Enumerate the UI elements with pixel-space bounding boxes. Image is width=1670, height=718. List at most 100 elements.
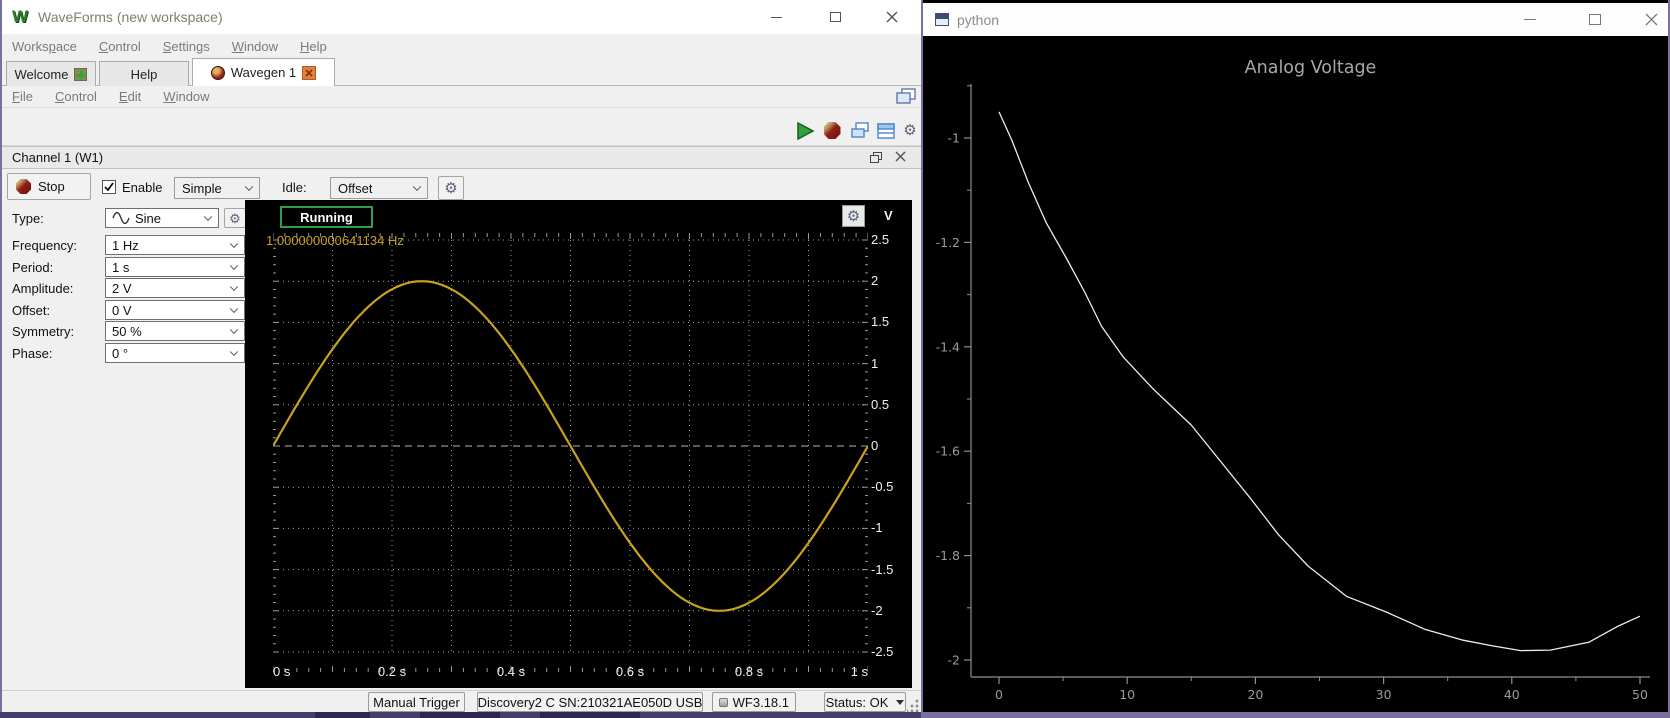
frequency-dropdown[interactable]: 1 Hz: [105, 235, 245, 255]
python-titlebar[interactable]: python: [923, 3, 1668, 36]
wavegen-plot: Running ⚙ 1.000000000641134 Hz V 2.521.5…: [245, 200, 912, 688]
y-tick-label: -1.5: [871, 562, 911, 577]
idle-value: Offset: [338, 181, 372, 196]
device-disk-icon: [719, 698, 728, 707]
gear-icon: ⚙: [444, 181, 457, 196]
channel-1-header[interactable]: Channel 1 (W1): [2, 146, 921, 169]
voltage-curve: [999, 112, 1640, 651]
enable-label: Enable: [122, 180, 162, 195]
menu-settings[interactable]: Settings: [163, 39, 210, 54]
version-label: WF3.18.1: [733, 695, 789, 710]
minimize-icon: [1524, 19, 1536, 20]
param-row-frequency: Frequency: 1 Hz: [2, 235, 245, 256]
chevron-down-icon: [413, 183, 421, 191]
mode-dropdown[interactable]: Simple: [174, 177, 260, 199]
maximize-button[interactable]: [1573, 3, 1617, 36]
param-row-amplitude: Amplitude:2 V: [2, 278, 245, 299]
param-label: Frequency:: [12, 238, 77, 253]
amplitude-dropdown[interactable]: 2 V: [105, 278, 245, 298]
sine-wave-icon: [112, 212, 130, 224]
y-tick-label: -1.4: [936, 339, 960, 354]
param-row-symmetry: Symmetry:50 %: [2, 321, 245, 342]
y-tick-label: 2: [871, 273, 911, 288]
param-value: 1 s: [112, 260, 129, 275]
manual-trigger-button[interactable]: Manual Trigger: [368, 692, 465, 712]
x-tick-label: 0.4 s: [497, 664, 525, 679]
chevron-down-icon: [230, 262, 238, 270]
enable-checkbox[interactable]: [102, 180, 116, 194]
y-tick-label: -2: [871, 603, 911, 618]
tab-welcome[interactable]: Welcome: [6, 61, 96, 86]
wavegen-menu-edit[interactable]: Edit: [119, 89, 141, 104]
channel-stop-button[interactable]: Stop: [7, 173, 91, 200]
wavegen-menu-file[interactable]: File: [12, 89, 33, 104]
menu-control[interactable]: Control: [99, 39, 141, 54]
x-tick-label: 0.8 s: [735, 664, 763, 679]
wavegen-menu-control[interactable]: Control: [55, 89, 97, 104]
period-dropdown[interactable]: 1 s: [105, 257, 245, 277]
device-label: Discovery2 C SN:210321AE050D USB: [478, 695, 703, 710]
device-button[interactable]: Discovery2 C SN:210321AE050D USB: [477, 692, 703, 712]
minimize-button[interactable]: [754, 4, 798, 30]
waveforms-logo-icon: W: [12, 7, 28, 27]
close-button[interactable]: [870, 4, 914, 30]
chevron-down-icon: [230, 283, 238, 291]
param-label: Phase:: [12, 346, 52, 361]
x-tick-label: 10: [1119, 687, 1135, 702]
param-row-period: Period: 1 s: [2, 257, 245, 278]
chevron-down-icon: [230, 305, 238, 313]
y-tick-label: 0.5: [871, 397, 911, 412]
tab-wavegen-1[interactable]: Wavegen 1: [192, 58, 335, 86]
wavegen-status-icon: [211, 66, 225, 80]
y-tick-label: -0.5: [871, 479, 911, 494]
mode-value: Simple: [182, 181, 222, 196]
maximize-icon: [830, 12, 841, 22]
waveforms-window: W WaveForms (new workspace) Workspace Con…: [2, 0, 921, 712]
param-label: Type:: [12, 211, 44, 226]
add-instrument-icon: [74, 68, 87, 81]
chevron-down-icon: [204, 213, 212, 221]
close-icon: [1645, 13, 1658, 26]
resize-grip[interactable]: [907, 699, 920, 712]
desktop-strip: [0, 712, 921, 718]
waveforms-titlebar[interactable]: W WaveForms (new workspace): [2, 0, 921, 34]
offset-dropdown[interactable]: 0 V: [105, 300, 245, 320]
version-button[interactable]: WF3.18.1: [712, 692, 796, 712]
chevron-down-icon: [230, 348, 238, 356]
param-row-offset: Offset:0 V: [2, 300, 245, 321]
checkmark-icon: [103, 181, 115, 193]
type-settings-button[interactable]: ⚙: [224, 208, 246, 228]
tab-help-label: Help: [131, 67, 158, 82]
wavegen-menubar: File Control Edit Window: [2, 86, 921, 108]
symmetry-dropdown[interactable]: 50 %: [105, 321, 245, 341]
plot-settings-button[interactable]: ⚙: [842, 205, 865, 227]
x-tick-label: 0.6 s: [616, 664, 644, 679]
python-window-icon: [935, 13, 949, 26]
close-panel-button[interactable]: [895, 150, 906, 165]
menu-workspace[interactable]: Workspace: [12, 39, 77, 54]
chart-title: Analog Voltage: [1245, 58, 1377, 78]
menu-window[interactable]: Window: [232, 39, 278, 54]
close-icon: [305, 69, 313, 77]
minimize-button[interactable]: [1508, 3, 1552, 36]
close-button[interactable]: [1629, 3, 1670, 36]
tab-close-button[interactable]: [302, 66, 316, 80]
type-dropdown[interactable]: Sine: [105, 208, 219, 228]
y-tick-label: -1: [948, 131, 960, 146]
running-label: Running: [300, 210, 353, 225]
maximize-icon: [1589, 14, 1601, 25]
undock-button[interactable]: [896, 88, 918, 105]
phase-dropdown[interactable]: 0 °: [105, 343, 245, 363]
param-label: Period:: [12, 260, 53, 275]
menu-help[interactable]: Help: [300, 39, 327, 54]
status-dropdown[interactable]: Status: OK: [824, 692, 906, 712]
maximize-button[interactable]: [813, 4, 857, 30]
desktop: W WaveForms (new workspace) Workspace Con…: [0, 0, 1670, 718]
channel-settings-button[interactable]: ⚙: [438, 176, 464, 200]
y-tick-label: -2.5: [871, 644, 911, 659]
tab-help[interactable]: Help: [99, 61, 189, 86]
idle-dropdown[interactable]: Offset: [330, 177, 428, 199]
y-tick-label: -1.6: [936, 444, 960, 459]
x-tick-label: 40: [1504, 687, 1520, 702]
wavegen-menu-window[interactable]: Window: [163, 89, 209, 104]
